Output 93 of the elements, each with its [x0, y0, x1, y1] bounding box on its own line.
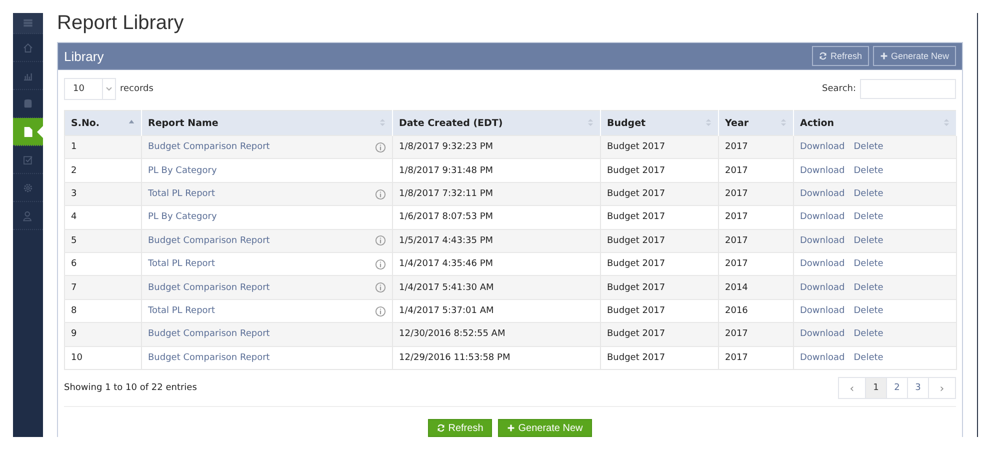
generate-new-button[interactable]: Generate New — [498, 419, 592, 437]
records-select[interactable]: 10 — [64, 78, 116, 100]
delete-link[interactable]: Delete — [854, 212, 884, 222]
info-icon[interactable] — [375, 306, 386, 317]
delete-link[interactable]: Delete — [854, 352, 884, 363]
plus-icon — [880, 52, 888, 60]
delete-link[interactable]: Delete — [854, 306, 884, 316]
table-cell: 2017 — [718, 182, 794, 206]
table-cell: 3 — [64, 182, 142, 206]
download-link[interactable]: Download — [800, 259, 845, 270]
settings-icon — [22, 182, 34, 194]
records-label: records — [120, 84, 154, 94]
info-icon[interactable] — [375, 142, 386, 153]
table-cell: 9 — [64, 322, 142, 346]
table-cell: 1/5/2017 4:43:35 PM — [392, 229, 600, 253]
page-button[interactable]: 1 — [865, 378, 886, 398]
table-cell: 5 — [64, 229, 142, 253]
column-header[interactable]: Budget — [600, 110, 718, 136]
delete-link[interactable]: Delete — [854, 166, 884, 176]
entries-info: Showing 1 to 10 of 22 entries — [64, 383, 197, 393]
table-cell: 2017 — [718, 136, 794, 159]
user-icon — [22, 210, 34, 222]
database-icon — [22, 98, 34, 110]
table-cell: 1/4/2017 5:41:30 AM — [392, 276, 600, 300]
refresh-button[interactable]: Refresh — [428, 419, 492, 437]
next-page-button[interactable]: › — [928, 378, 955, 398]
table-cell: 2014 — [718, 276, 794, 300]
table-cell: 10 — [64, 346, 142, 370]
table-cell: 2017 — [718, 346, 794, 370]
download-link[interactable]: Download — [800, 236, 845, 246]
table-cell: 1 — [64, 136, 142, 159]
document-icon — [22, 126, 34, 138]
table-cell: 7 — [64, 276, 142, 300]
download-link[interactable]: Download — [800, 212, 845, 222]
table-cell: Budget 2017 — [600, 229, 718, 253]
report-link[interactable]: Budget Comparison Report — [148, 352, 270, 363]
info-icon[interactable] — [375, 258, 386, 270]
column-header[interactable]: S.No. — [64, 110, 142, 136]
refresh-button[interactable]: Refresh — [812, 46, 869, 66]
download-link[interactable]: Download — [800, 282, 845, 293]
previous-page-button[interactable]: ‹ — [839, 378, 865, 398]
menu-icon — [22, 17, 34, 29]
sidebar-item[interactable] — [13, 13, 43, 34]
home-icon — [22, 42, 34, 54]
table-cell: 2017 — [718, 229, 794, 253]
pointer-icon — [37, 126, 43, 138]
download-link[interactable]: Download — [800, 189, 845, 200]
table-cell: Budget 2017 — [600, 182, 718, 206]
delete-link[interactable]: Delete — [854, 236, 884, 246]
page-button[interactable]: 3 — [907, 378, 928, 398]
column-header[interactable]: Date Created (EDT) — [392, 110, 600, 136]
report-link[interactable]: PL By Category — [148, 212, 217, 222]
table-cell: 1/8/2017 7:32:11 PM — [392, 182, 600, 206]
column-header[interactable]: Action — [794, 110, 956, 136]
table-cell: 12/29/2016 11:53:58 PM — [392, 346, 600, 370]
info-icon[interactable] — [375, 235, 386, 246]
search-label: Search: — [822, 84, 856, 94]
report-link[interactable]: Total PL Report — [148, 306, 216, 316]
table-cell: Budget 2017 — [600, 276, 718, 300]
checkbox-icon — [22, 154, 34, 166]
sidebar-item[interactable] — [13, 118, 43, 146]
table-cell: Budget 2017 — [600, 322, 718, 346]
delete-link[interactable]: Delete — [854, 282, 884, 293]
download-link[interactable]: Download — [800, 142, 845, 152]
download-link[interactable]: Download — [800, 166, 845, 176]
delete-link[interactable]: Delete — [854, 329, 884, 340]
page-title: Report Library — [57, 13, 185, 36]
table-cell: 12/30/2016 8:52:55 AM — [392, 322, 600, 346]
delete-link[interactable]: Delete — [854, 189, 884, 200]
table-cell: Budget 2017 — [600, 346, 718, 370]
table-cell: Budget 2017 — [600, 136, 718, 159]
delete-link[interactable]: Delete — [854, 259, 884, 270]
download-link[interactable]: Download — [800, 329, 845, 340]
download-link[interactable]: Download — [800, 306, 845, 316]
caret-icon — [102, 79, 115, 100]
report-link[interactable]: Total PL Report — [148, 259, 216, 270]
download-link[interactable]: Download — [800, 352, 845, 363]
report-link[interactable]: PL By Category — [148, 166, 217, 176]
generate-new-button[interactable]: Generate New — [872, 46, 956, 66]
column-header[interactable]: Year — [718, 110, 794, 136]
info-icon[interactable] — [375, 282, 386, 294]
plus-icon — [507, 424, 516, 432]
page-button[interactable]: 2 — [886, 378, 907, 398]
info-icon[interactable] — [375, 188, 386, 200]
table-cell: 1/8/2017 9:32:23 PM — [392, 136, 600, 159]
search-field[interactable] — [860, 79, 956, 100]
report-link[interactable]: Total PL Report — [148, 189, 216, 200]
refresh-icon — [437, 424, 446, 432]
table-cell: 2017 — [718, 322, 794, 346]
refresh-icon — [819, 52, 828, 60]
delete-link[interactable]: Delete — [854, 142, 884, 152]
panel-title: Library — [64, 48, 104, 64]
column-header[interactable]: Report Name — [142, 110, 392, 136]
